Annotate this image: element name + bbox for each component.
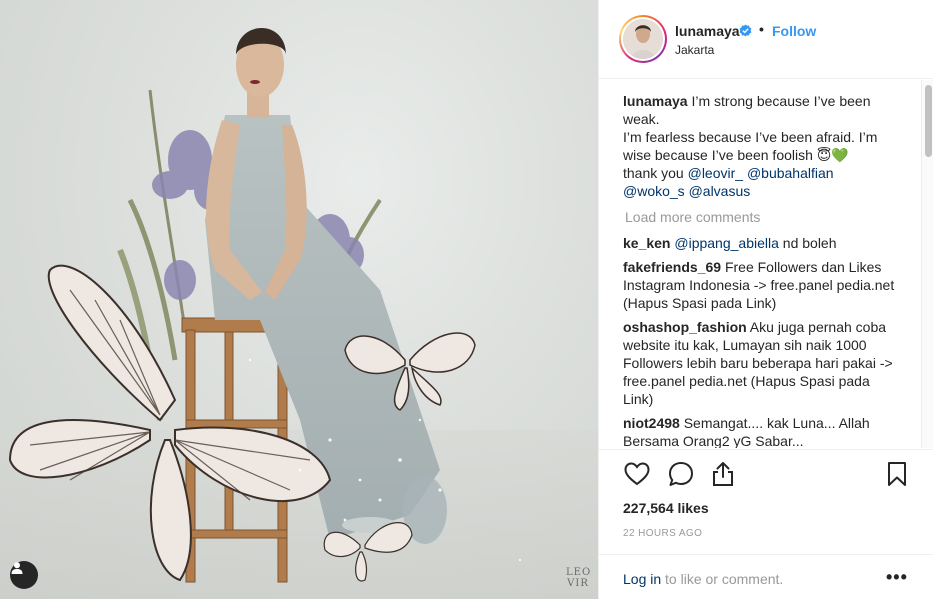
comments-scrollbar[interactable] xyxy=(921,80,933,448)
save-button[interactable] xyxy=(883,460,911,488)
post-caption: lunamaya I’m strong because I’ve been we… xyxy=(623,92,903,200)
load-more-comments-button[interactable]: Load more comments xyxy=(625,208,921,226)
post-actions: 227,564 likes 22 HOURS AGO Log in to lik… xyxy=(599,449,933,599)
header-username[interactable]: lunamaya xyxy=(675,23,740,39)
comment-button[interactable] xyxy=(667,460,695,488)
comment-username[interactable]: ke_ken xyxy=(623,235,670,251)
caption-mention[interactable]: @bubahalfian xyxy=(743,165,834,181)
comment-username[interactable]: fakefriends_69 xyxy=(623,259,721,275)
comment-item: niot2498 Semangat.... kak Luna... Allah … xyxy=(623,414,903,448)
post-location[interactable]: Jakarta xyxy=(675,43,714,57)
comment-icon xyxy=(669,462,693,486)
comment-username[interactable]: oshashop_fashion xyxy=(623,319,747,335)
follow-button[interactable]: Follow xyxy=(772,23,816,39)
more-options-icon[interactable]: ••• xyxy=(886,567,908,588)
login-to-comment-bar: Log in to like or comment. ••• xyxy=(599,554,933,599)
scrollbar-thumb[interactable] xyxy=(925,85,932,157)
post-photo[interactable]: LEO VIR xyxy=(0,0,598,599)
post-header: lunamaya • Follow Jakarta xyxy=(599,0,933,79)
photo-watermark: LEO VIR xyxy=(566,567,590,589)
comment-item: fakefriends_69 Free Followers dan Likes … xyxy=(623,258,903,312)
comment-text: nd boleh xyxy=(778,235,837,251)
heart-icon xyxy=(624,462,650,486)
watermark-line2: VIR xyxy=(567,578,589,589)
caption-thanks: thank you xyxy=(623,165,688,181)
avatar[interactable] xyxy=(619,15,667,63)
user-tag-button[interactable] xyxy=(10,561,38,589)
header-separator: • xyxy=(759,21,764,37)
comment-mention[interactable]: @ippang_abiella xyxy=(674,235,779,251)
caption-mention[interactable]: @alvasus xyxy=(685,183,751,199)
post-timestamp[interactable]: 22 HOURS AGO xyxy=(623,528,702,539)
bookmark-icon xyxy=(888,462,906,486)
verified-badge-icon xyxy=(739,24,752,37)
caption-line2: I’m fearless because I’ve been afraid. I… xyxy=(623,129,878,163)
comment-username[interactable]: niot2498 xyxy=(623,415,680,431)
caption-username[interactable]: lunamaya xyxy=(623,93,688,109)
login-link[interactable]: Log in xyxy=(623,571,661,587)
caption-mention[interactable]: @leovir_ xyxy=(688,165,743,181)
watermark-line1: LEO xyxy=(566,567,592,578)
like-button[interactable] xyxy=(623,460,651,488)
comment-item: ke_ken @ippang_abiella nd boleh xyxy=(623,234,903,252)
login-prompt-text: to like or comment. xyxy=(661,571,784,587)
login-prompt: Log in to like or comment. xyxy=(623,571,783,587)
share-icon xyxy=(713,462,733,486)
comments-list[interactable]: lunamaya I’m strong because I’ve been we… xyxy=(599,80,921,448)
share-button[interactable] xyxy=(709,460,737,488)
post-side-panel: lunamaya • Follow Jakarta lunamaya I’m s… xyxy=(598,0,933,599)
avatar-image xyxy=(623,19,663,59)
likes-count[interactable]: 227,564 likes xyxy=(623,500,709,516)
photo-artwork xyxy=(0,27,598,599)
user-tag-icon xyxy=(11,562,23,574)
comment-item: oshashop_fashion Aku juga pernah coba we… xyxy=(623,318,903,408)
caption-mention[interactable]: @woko_s xyxy=(623,183,685,199)
